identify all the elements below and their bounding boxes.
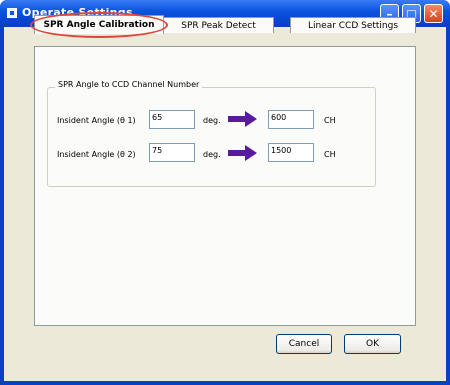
highlight-circle xyxy=(30,12,168,38)
group-title: SPR Angle to CCD Channel Number xyxy=(55,80,203,89)
cancel-button[interactable]: Cancel xyxy=(276,334,332,354)
channel-2-unit: CH xyxy=(324,150,336,159)
cancel-button-label: Cancel xyxy=(288,339,320,349)
angle-2-label: Insident Angle (θ 2) xyxy=(57,150,136,159)
angle-2-input[interactable]: 75 xyxy=(149,143,195,162)
tab-spr-peak-detect[interactable]: SPR Peak Detect xyxy=(163,17,274,33)
operate-settings-window: Operate Settings – □ ✕ SPR Peak Detect L… xyxy=(0,0,450,385)
tab-label: SPR Peak Detect xyxy=(181,20,256,31)
channel-group-box xyxy=(47,87,376,187)
angle-1-input[interactable]: 65 xyxy=(149,110,195,129)
angle-1-unit: deg. xyxy=(203,116,221,125)
close-button[interactable]: ✕ xyxy=(424,4,443,23)
angle-2-unit: deg. xyxy=(203,150,221,159)
ok-button-label: OK xyxy=(366,339,379,349)
channel-1-unit: CH xyxy=(324,116,336,125)
tab-label: Linear CCD Settings xyxy=(307,20,399,31)
app-icon xyxy=(7,8,17,18)
arrow-right-icon xyxy=(228,145,257,161)
close-icon: ✕ xyxy=(428,6,439,21)
ok-button[interactable]: OK xyxy=(344,334,401,354)
channel-1-input[interactable]: 600 xyxy=(268,110,314,129)
channel-2-input[interactable]: 1500 xyxy=(268,143,314,162)
angle-1-label: Insident Angle (θ 1) xyxy=(57,116,136,125)
arrow-right-icon xyxy=(228,111,257,127)
tab-linear-ccd-settings[interactable]: Linear CCD Settings xyxy=(290,17,416,33)
